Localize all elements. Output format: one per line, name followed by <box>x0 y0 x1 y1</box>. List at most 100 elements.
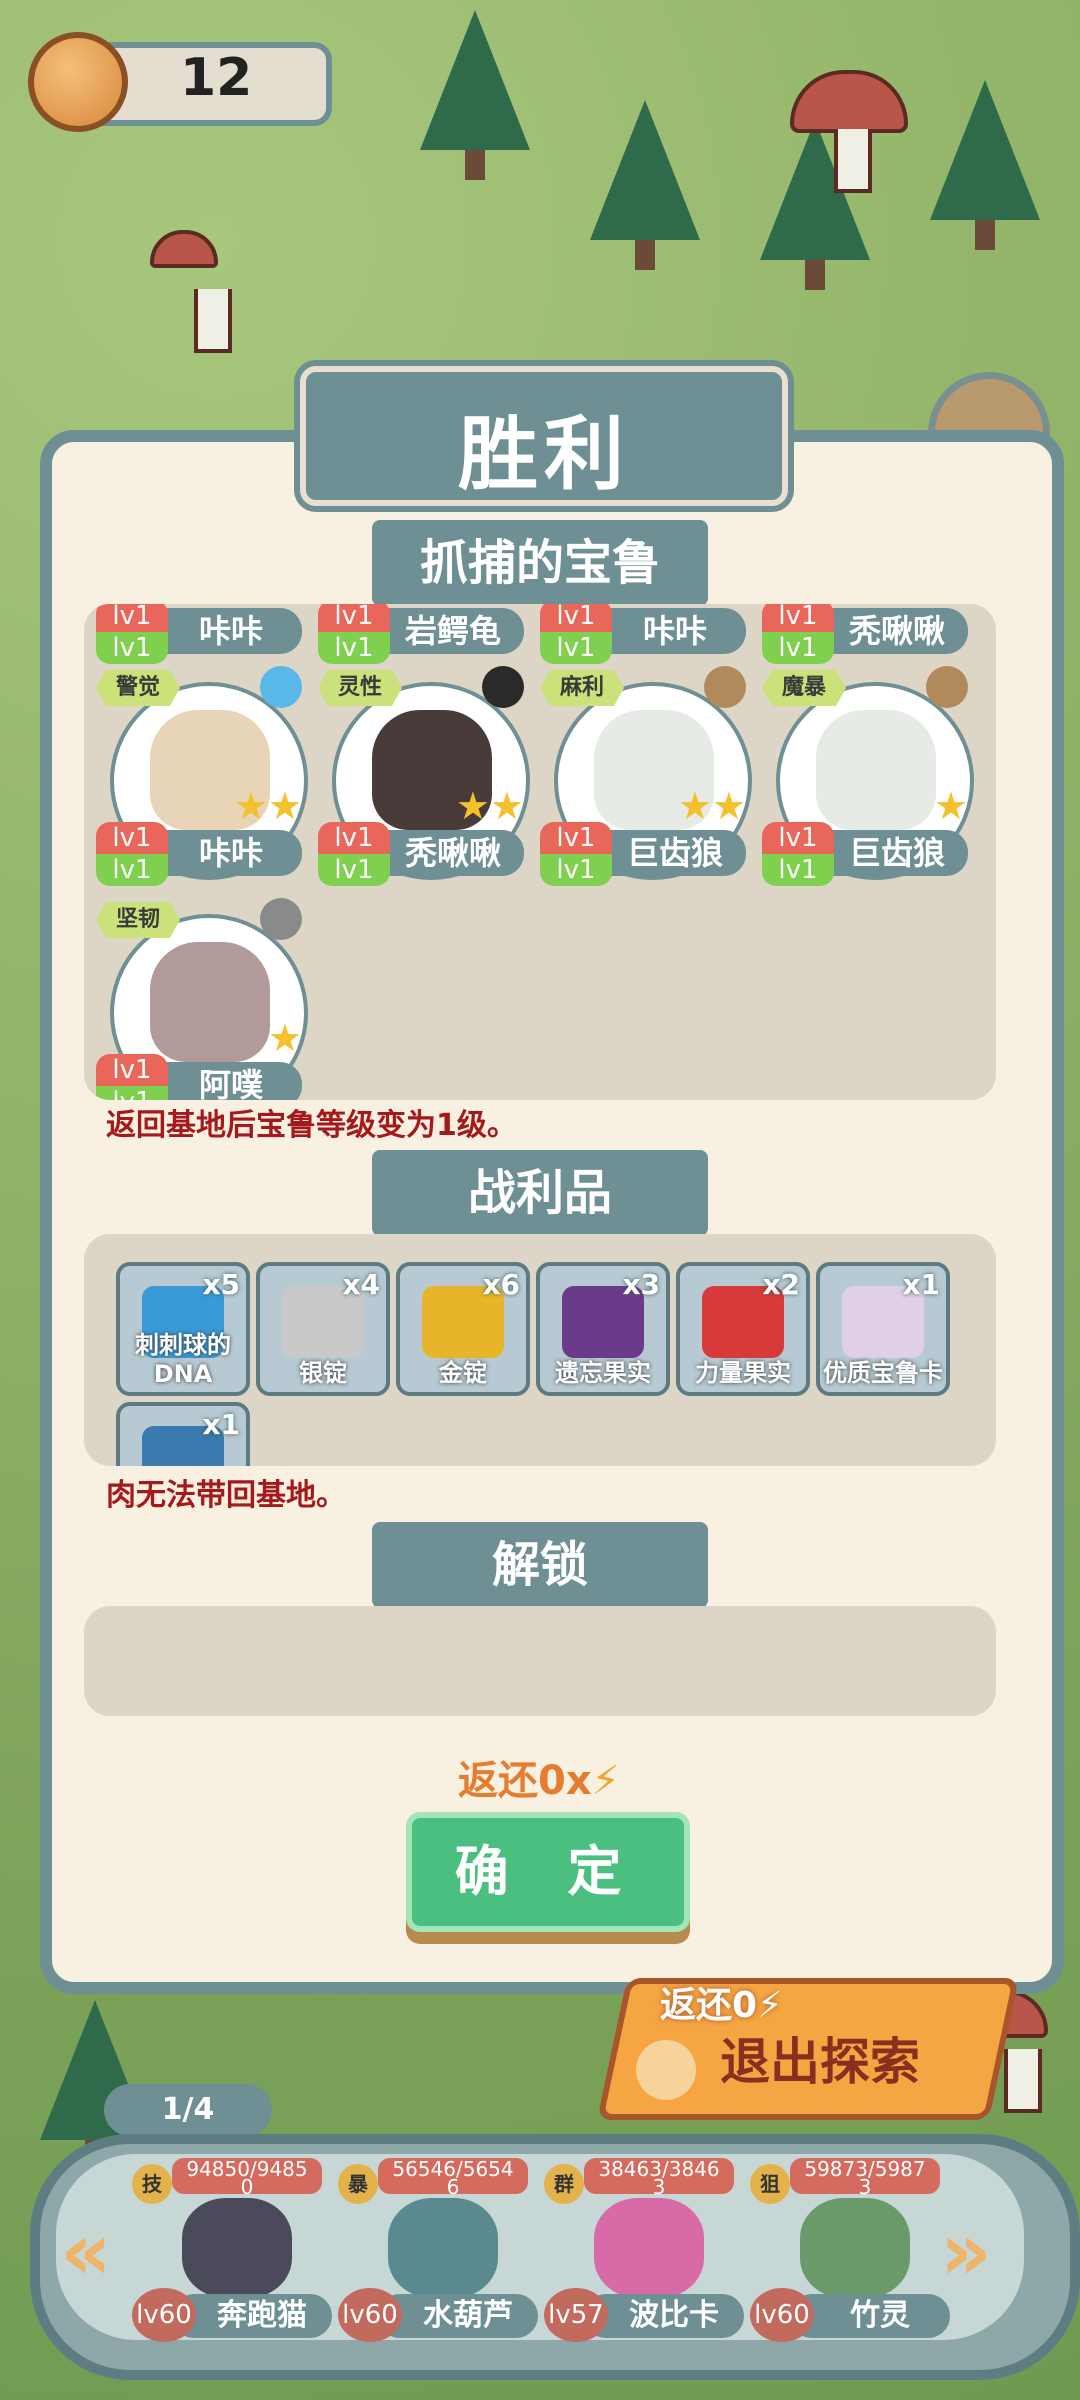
creature-card[interactable]: 魔暴 ★ 巨齿狼 lv1 lv1 <box>756 666 974 886</box>
team-member-level: lv60 <box>132 2288 196 2342</box>
role-badge: 暴 <box>338 2164 378 2204</box>
team-member[interactable]: 技 94850/9485 0 奔跑猫 lv60 <box>132 2152 336 2342</box>
held-item-icon <box>260 666 302 708</box>
exit-explore-label: 退出探索 <box>720 2033 920 2091</box>
running-person-icon <box>636 2040 696 2100</box>
loot-label: 银锭 <box>299 1359 347 1387</box>
loot-item[interactable]: x1 优质宝鲁卡 <box>816 1262 950 1396</box>
loot-label: 力量果实 <box>695 1359 791 1387</box>
team-member-name: 奔跑猫 <box>172 2294 332 2338</box>
team-member-name: 水葫芦 <box>378 2294 538 2338</box>
loot-item[interactable]: x4 银锭 <box>256 1262 390 1396</box>
held-item-icon <box>482 666 524 708</box>
exit-refund-text: 返还0⚡ <box>660 1976 782 2028</box>
loot-count: x4 <box>342 1268 380 1301</box>
team-member-sprite <box>182 2198 292 2298</box>
trait-badge: 魔暴 <box>762 670 846 706</box>
level-badge: lv1 <box>762 604 834 632</box>
trait-badge: 坚韧 <box>96 902 180 938</box>
loot-count: x1 <box>902 1268 940 1301</box>
loot-item[interactable]: x3 遗忘果实 <box>536 1262 670 1396</box>
captured-header: 抓捕的宝鲁 <box>372 520 708 606</box>
team-member-sprite <box>800 2198 910 2298</box>
creature-card[interactable]: 麻利 ★★ 巨齿狼 lv1 lv1 <box>534 666 752 886</box>
team-member[interactable]: 群 38463/3846 3 波比卡 lv57 <box>544 2152 748 2342</box>
lightning-icon: ⚡ <box>757 1985 783 2026</box>
star-rating: ★★ <box>233 784 302 828</box>
creature-card[interactable]: 咔咔 lv1 lv1 <box>534 604 746 664</box>
team-member-sprite <box>594 2198 704 2298</box>
victory-title: 胜利 <box>458 408 630 501</box>
level-badge: lv1 <box>318 632 390 664</box>
loot-item[interactable]: x2 力量果实 <box>676 1262 810 1396</box>
pine-tree <box>420 10 530 180</box>
hp-bar: 38463/3846 3 <box>584 2158 734 2197</box>
team-member-level: lv60 <box>750 2288 814 2342</box>
title-banner: 胜利 <box>300 366 788 506</box>
trait-badge: 灵性 <box>318 670 402 706</box>
loot-item[interactable]: x1 <box>116 1402 250 1466</box>
team-member-sprite <box>388 2198 498 2298</box>
star-rating: ★ <box>933 784 968 828</box>
loot-item[interactable]: x5 刺刺球的 DNA <box>116 1262 250 1396</box>
level-badge: lv1 <box>540 632 612 664</box>
confirm-button[interactable]: 确 定 <box>406 1812 690 1932</box>
trait-badge: 警觉 <box>96 670 180 706</box>
loot-label: 金锭 <box>439 1359 487 1387</box>
level-badge: lv1 <box>540 604 612 632</box>
team-member[interactable]: 狙 59873/5987 3 竹灵 lv60 <box>750 2152 954 2342</box>
level-badge: lv1 <box>318 822 390 854</box>
role-badge: 狙 <box>750 2164 790 2204</box>
held-item-icon <box>260 898 302 940</box>
held-item-icon <box>704 666 746 708</box>
loot-count: x5 <box>202 1268 240 1301</box>
energy-refund: 返还0x⚡ <box>458 1748 620 1806</box>
team-member-level: lv60 <box>338 2288 402 2342</box>
loot-label: 刺刺球的 DNA <box>135 1331 231 1388</box>
loot-list[interactable]: x5 刺刺球的 DNA x4 银锭 x6 金锭 x3 遗忘果实 x2 力量果实 x1 优质宝鲁卡 x1 <box>84 1234 996 1466</box>
team-page-indicator: 1/4 <box>104 2084 272 2136</box>
level-badge: lv1 <box>96 604 168 632</box>
energy-refund-text: 返还0x <box>458 1758 592 1804</box>
creature-card[interactable]: 灵性 ★★ 秃啾啾 lv1 lv1 <box>312 666 530 886</box>
level-badge: lv1 <box>96 822 168 854</box>
level-badge: lv1 <box>318 604 390 632</box>
creature-card[interactable]: 岩鳄龟 lv1 lv1 <box>312 604 524 664</box>
creature-card[interactable]: 坚韧★阿噗lv1lv1 <box>90 898 308 1100</box>
loot-count: x2 <box>762 1268 800 1301</box>
lightning-icon: ⚡ <box>591 1758 620 1804</box>
level-badge: lv1 <box>96 1054 168 1086</box>
team-member-name: 波比卡 <box>584 2294 744 2338</box>
captured-list[interactable]: 咔咔 lv1 lv1 岩鳄龟 lv1 lv1 咔咔 lv1 lv1 秃啾啾 lv1 lv1 警觉 ★★ 咔… <box>84 604 996 1100</box>
coin-value: 12 <box>180 48 253 108</box>
star-rating: ★★ <box>677 784 746 828</box>
pine-tree <box>590 100 700 270</box>
hp-bar: 56546/5654 6 <box>378 2158 528 2197</box>
exit-refund-value: 返还0 <box>660 1985 758 2026</box>
chevron-left-icon[interactable]: « <box>60 2212 120 2292</box>
loot-label: 遗忘果实 <box>555 1359 651 1387</box>
creature-card[interactable]: 咔咔 lv1 lv1 <box>90 604 302 664</box>
team-member[interactable]: 暴 56546/5654 6 水葫芦 lv60 <box>338 2152 542 2342</box>
captured-note: 返回基地后宝鲁等级变为1级。 <box>106 1108 517 1143</box>
pine-tree <box>930 80 1040 250</box>
hp-bar: 94850/9485 0 <box>172 2158 322 2197</box>
loot-item[interactable]: x6 金锭 <box>396 1262 530 1396</box>
level-badge: lv1 <box>318 854 390 886</box>
level-badge: lv1 <box>96 1086 168 1100</box>
creature-card[interactable]: 警觉 ★★ 咔咔 lv1 lv1 <box>90 666 308 886</box>
star-rating: ★★ <box>455 784 524 828</box>
level-badge: lv1 <box>96 632 168 664</box>
team-member-name: 竹灵 <box>790 2294 950 2338</box>
level-badge: lv1 <box>96 854 168 886</box>
role-badge: 群 <box>544 2164 584 2204</box>
team-member-level: lv57 <box>544 2288 608 2342</box>
held-item-icon <box>926 666 968 708</box>
creature-sprite <box>816 710 936 830</box>
coin-icon <box>28 32 128 132</box>
loot-count: x1 <box>202 1408 240 1441</box>
level-badge: lv1 <box>540 854 612 886</box>
creature-sprite <box>150 942 270 1062</box>
star-rating: ★ <box>267 1016 302 1060</box>
creature-card[interactable]: 秃啾啾 lv1 lv1 <box>756 604 968 664</box>
